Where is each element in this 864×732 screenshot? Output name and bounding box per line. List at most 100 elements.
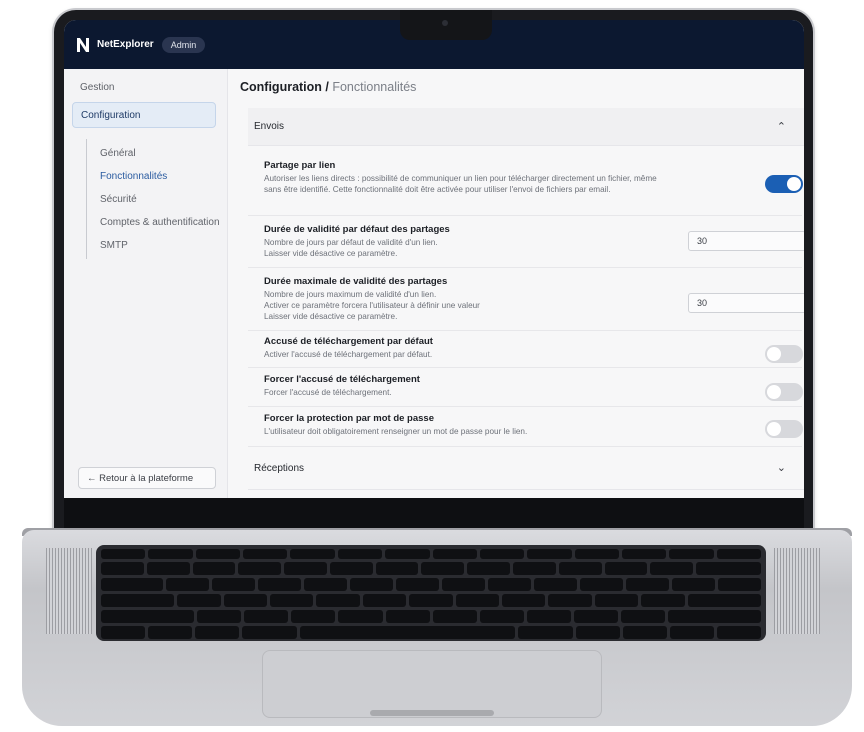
- duree-maximale-validite-input[interactable]: 30: [688, 293, 804, 313]
- page-title: Configuration / Fonctionnalités: [240, 80, 416, 94]
- page-title-sub: Fonctionnalités: [328, 80, 417, 94]
- key: [385, 549, 430, 559]
- key: [574, 549, 619, 559]
- key: [375, 562, 419, 575]
- keyboard-row-qwerty: [101, 578, 761, 591]
- setting-duree-maximale-validite: Durée maximale de validité des partages …: [248, 276, 804, 331]
- brand-name: NetExplorer: [97, 39, 154, 50]
- setting-name: Accusé de téléchargement par défaut: [264, 336, 433, 347]
- receptions-title: Réceptions: [254, 463, 305, 474]
- key: [517, 626, 574, 639]
- key: [421, 562, 465, 575]
- page-title-main: Configuration /: [240, 80, 329, 94]
- key: [513, 562, 556, 575]
- key: [177, 594, 221, 607]
- key: [223, 594, 268, 607]
- key: [479, 549, 525, 559]
- key: [650, 562, 694, 575]
- key: [147, 626, 192, 639]
- subnav-item-securite[interactable]: Sécurité: [100, 194, 137, 205]
- envois-title: Envois: [254, 121, 285, 132]
- key: [502, 594, 546, 607]
- forcer-accuse-telechargement-toggle[interactable]: [765, 383, 803, 401]
- nav-item-configuration[interactable]: Configuration: [72, 102, 216, 128]
- key: [290, 549, 335, 559]
- setting-description: L'utilisateur doit obligatoirement rense…: [264, 427, 528, 436]
- key: [533, 578, 577, 591]
- forcer-protection-mot-de-passe-toggle[interactable]: [765, 420, 803, 438]
- setting-forcer-protection-mot-de-passe: Forcer la protection par mot de passe L'…: [248, 413, 803, 447]
- netexplorer-logo-icon: [77, 37, 89, 52]
- key: [573, 610, 618, 623]
- key: [558, 562, 602, 575]
- config-subnav: Général Fonctionnalités Sécurité Comptes…: [86, 139, 220, 259]
- key: [303, 578, 347, 591]
- key: [101, 562, 144, 575]
- key: [670, 626, 715, 639]
- key: [101, 578, 163, 591]
- setting-description: Activer l'accusé de téléchargement par d…: [264, 350, 433, 359]
- key: [101, 610, 195, 623]
- key: [362, 594, 407, 607]
- key: [671, 578, 715, 591]
- setting-description: Nombre de jours maximum de validité d'un…: [264, 290, 480, 322]
- key: [329, 562, 373, 575]
- key: [148, 549, 193, 559]
- screen-bottom-bezel: [64, 498, 804, 528]
- key: [641, 594, 685, 607]
- key: [257, 578, 301, 591]
- key: [667, 610, 762, 623]
- receptions-section-header[interactable]: Réceptions ⌄: [248, 452, 804, 490]
- key: [194, 626, 239, 639]
- key: [409, 594, 453, 607]
- setting-description: Autoriser les liens directs : possibilit…: [264, 174, 657, 195]
- chevron-down-icon[interactable]: ⌄: [777, 461, 786, 474]
- key: [467, 562, 511, 575]
- main-content: Configuration / Fonctionnalités Envois ⌃…: [228, 69, 804, 498]
- key: [146, 562, 190, 575]
- subnav-item-general[interactable]: Général: [100, 148, 136, 159]
- sidebar: Gestion Configuration Général Fonctionna…: [64, 69, 228, 498]
- toggle-knob: [767, 385, 781, 399]
- partage-par-lien-toggle[interactable]: [765, 175, 803, 193]
- key: [621, 549, 667, 559]
- key: [338, 610, 383, 623]
- key: [241, 626, 298, 639]
- subnav-item-fonctionnalites[interactable]: Fonctionnalités: [100, 171, 167, 182]
- role-badge[interactable]: Admin: [161, 36, 206, 53]
- accuse-telechargement-defaut-toggle[interactable]: [765, 345, 803, 363]
- nav-item-gestion[interactable]: Gestion: [80, 82, 114, 93]
- key: [238, 562, 282, 575]
- setting-description: Nombre de jours par défaut de validité d…: [264, 238, 438, 259]
- envois-section-header[interactable]: Envois ⌃: [248, 108, 804, 146]
- key: [385, 610, 430, 623]
- key: [487, 578, 531, 591]
- key: [548, 594, 592, 607]
- key: [716, 549, 762, 559]
- key: [300, 626, 515, 639]
- key: [101, 549, 146, 559]
- chevron-up-icon[interactable]: ⌃: [777, 120, 786, 133]
- key: [696, 562, 761, 575]
- key: [165, 578, 209, 591]
- toggle-knob: [767, 422, 781, 436]
- subnav-item-comptes-authentification[interactable]: Comptes & authentification: [100, 217, 220, 228]
- key: [197, 610, 242, 623]
- key: [576, 626, 621, 639]
- back-to-platform-button[interactable]: ← Retour à la plateforme: [78, 467, 216, 489]
- key: [623, 626, 668, 639]
- front-opening: [370, 710, 494, 716]
- duree-validite-defaut-input[interactable]: 30: [688, 231, 804, 251]
- keyboard-row-function: [101, 549, 762, 559]
- camera-notch: [400, 10, 492, 40]
- speaker-grille-right: [774, 548, 820, 634]
- subnav-item-smtp[interactable]: SMTP: [100, 240, 128, 251]
- key: [395, 578, 439, 591]
- speaker-grille-left: [46, 548, 92, 634]
- trackpad: [262, 650, 602, 718]
- key: [195, 549, 241, 559]
- key: [441, 578, 485, 591]
- toggle-knob: [787, 177, 801, 191]
- key: [432, 549, 477, 559]
- keyboard-row-bottom: [101, 626, 762, 639]
